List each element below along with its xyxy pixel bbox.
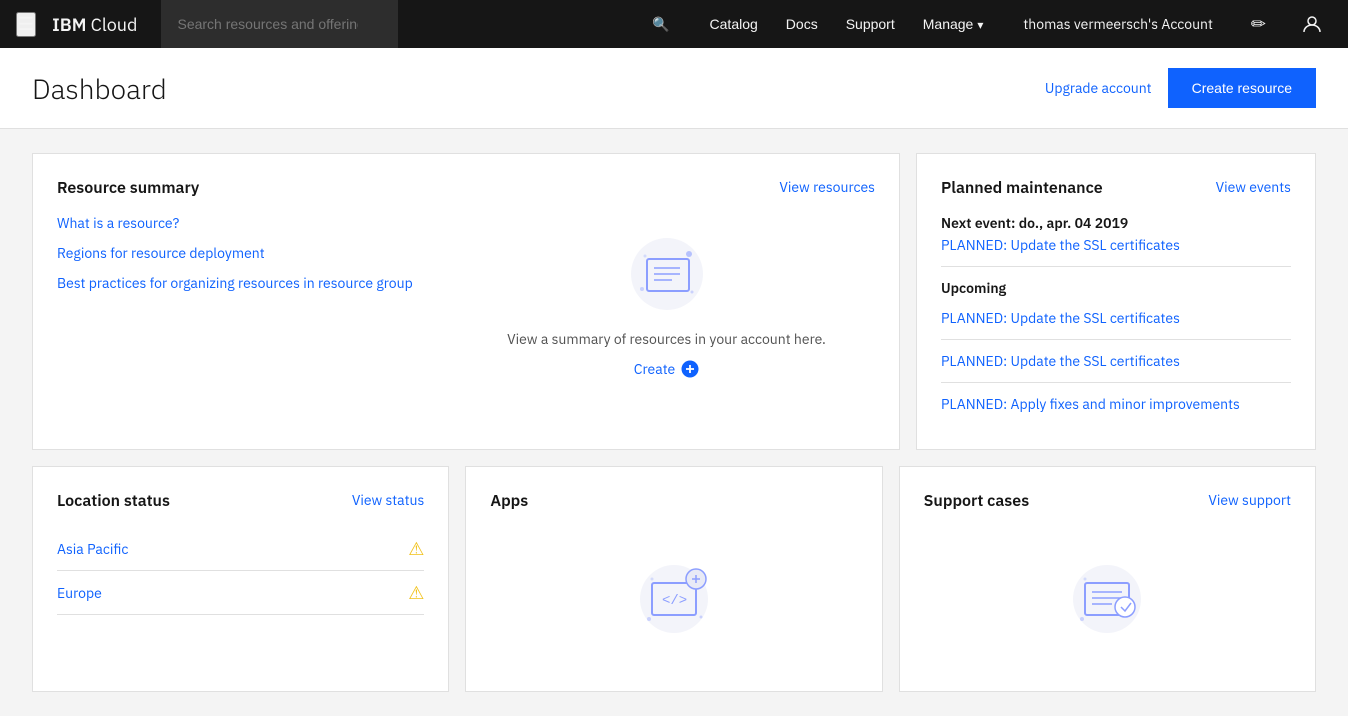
resource-summary-content: What is a resource? Regions for resource… [57,214,875,414]
manage-link[interactable]: Manage [911,0,996,48]
location-status-header: Location status View status [57,491,424,511]
maintenance-divider-3 [941,382,1291,383]
hamburger-menu-button[interactable]: ☰ [16,12,36,37]
location-item-1: Europe ⚠ [57,571,424,615]
location-item-0: Asia Pacific ⚠ [57,527,424,571]
location-link-1[interactable]: Europe [57,584,102,602]
maintenance-divider-1 [941,266,1291,267]
planned-maintenance-header: Planned maintenance View events [941,178,1291,198]
user-icon-button[interactable] [1292,0,1332,48]
catalog-link[interactable]: Catalog [698,0,770,48]
location-status-title: Location status [57,491,170,511]
resource-link-1[interactable]: Regions for resource deployment [57,244,434,262]
resource-summary-title: Resource summary [57,178,199,198]
location-list: Asia Pacific ⚠ Europe ⚠ [57,527,424,615]
support-illustration [1067,557,1147,637]
warning-icon-1: ⚠ [408,581,424,604]
upcoming-item-1: PLANNED: Update the SSL certificates [941,352,1291,370]
planned-maintenance-title: Planned maintenance [941,178,1103,198]
upcoming-section: Upcoming PLANNED: Update the SSL certifi… [941,279,1291,413]
view-events-link[interactable]: View events [1216,178,1291,196]
maintenance-next-event: Next event: do., apr. 04 2019 PLANNED: U… [941,214,1291,254]
view-status-link[interactable]: View status [352,491,425,509]
next-event-label: Next event: do., apr. 04 2019 [941,214,1291,232]
support-cases-title: Support cases [924,491,1030,511]
maintenance-divider-2 [941,339,1291,340]
resource-create-link[interactable]: Create [634,360,699,378]
apps-empty-state: </> [490,527,857,667]
upcoming-event-link-0[interactable]: PLANNED: Update the SSL certificates [941,309,1180,327]
apps-title: Apps [490,491,528,511]
support-empty-state [924,527,1291,667]
user-icon [1302,14,1322,34]
resource-summary-card: Resource summary View resources What is … [32,153,900,450]
svg-text:</>: </> [662,593,687,609]
search-icon: 🔍 [652,15,669,33]
location-link-0[interactable]: Asia Pacific [57,540,128,558]
upcoming-item-0: PLANNED: Update the SSL certificates [941,309,1291,327]
apps-card: Apps </> [465,466,882,692]
resource-illustration [627,234,707,318]
create-plus-icon [681,360,699,378]
search-input[interactable] [161,0,398,48]
manage-chevron-icon [977,16,983,32]
resource-empty-icon [627,234,707,314]
account-name: thomas vermeersch's Account [1011,15,1225,33]
top-navigation: ☰ IBM Cloud 🔍 Catalog Docs Support Manag… [0,0,1348,48]
resource-link-2[interactable]: Best practices for organizing resources … [57,274,434,292]
planned-maintenance-card: Planned maintenance View events Next eve… [916,153,1316,450]
create-resource-button[interactable]: Create resource [1168,68,1316,108]
upcoming-title: Upcoming [941,279,1291,297]
resource-empty-state: View a summary of resources in your acco… [458,214,875,398]
page-title: Dashboard [32,70,1045,107]
support-link[interactable]: Support [834,0,907,48]
view-resources-link[interactable]: View resources [779,178,875,196]
resource-summary-header: Resource summary View resources [57,178,875,198]
apps-header: Apps [490,491,857,511]
upcoming-item-2: PLANNED: Apply fixes and minor improveme… [941,395,1291,413]
page-header: Dashboard Upgrade account Create resourc… [0,48,1348,129]
edit-icon-button[interactable]: ✏ [1241,0,1276,48]
upgrade-account-link[interactable]: Upgrade account [1045,79,1152,97]
resource-empty-text: View a summary of resources in your acco… [507,330,826,348]
brand-logo: IBM Cloud [52,13,137,36]
resource-help-links: What is a resource? Regions for resource… [57,214,434,292]
docs-link[interactable]: Docs [774,0,830,48]
main-content: Resource summary View resources What is … [0,129,1348,716]
dashboard-top-row: Resource summary View resources What is … [32,153,1316,450]
support-cases-card: Support cases View support [899,466,1316,692]
warning-icon-0: ⚠ [408,537,424,560]
dashboard-bottom-row: Location status View status Asia Pacific… [32,466,1316,692]
resource-link-0[interactable]: What is a resource? [57,214,434,232]
nav-links: Catalog Docs Support Manage [698,0,996,48]
location-status-card: Location status View status Asia Pacific… [32,466,449,692]
support-cases-header: Support cases View support [924,491,1291,511]
upcoming-event-link-2[interactable]: PLANNED: Apply fixes and minor improveme… [941,395,1240,413]
apps-illustration: </> [634,557,714,637]
next-event-link[interactable]: PLANNED: Update the SSL certificates [941,236,1180,254]
view-support-link[interactable]: View support [1208,491,1291,509]
search-wrapper: 🔍 [161,0,681,48]
upcoming-event-link-1[interactable]: PLANNED: Update the SSL certificates [941,352,1180,370]
